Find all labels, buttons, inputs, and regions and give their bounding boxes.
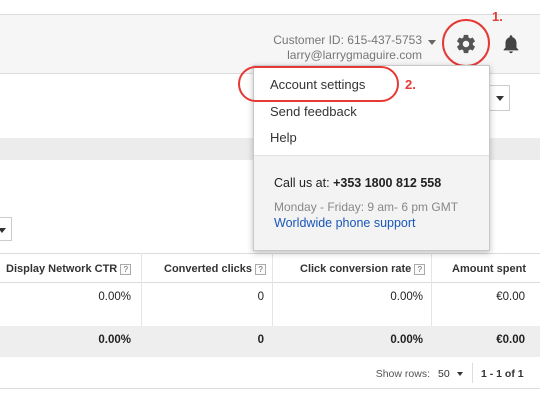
table-total-row: 0.00% 0 0.00% €0.00 <box>0 326 540 357</box>
page-range: 1 - 1 of 1 <box>481 368 524 380</box>
table-row: 0.00% 0 0.00% €0.00 <box>0 283 540 326</box>
cell-display-ctr: 0.00% <box>98 291 131 303</box>
cell-click-conversion-rate: 0.00% <box>390 291 423 303</box>
table-header: Display Network CTR? Converted clicks? C… <box>0 253 540 283</box>
adwords-screen: Customer ID: 615-437-5753 larry@larrygma… <box>0 0 540 414</box>
rows-per-page-select[interactable]: 50 <box>438 368 450 380</box>
view-dropdown[interactable] <box>488 85 510 111</box>
total-amount-spent: €0.00 <box>496 334 525 346</box>
menu-item-help[interactable]: Help <box>270 130 297 145</box>
menu-item-send-feedback[interactable]: Send feedback <box>270 104 357 119</box>
show-rows-label: Show rows: <box>375 368 430 380</box>
header-amount-spent[interactable]: Amount spent <box>452 263 526 275</box>
worldwide-support-link[interactable]: Worldwide phone support <box>274 216 416 230</box>
account-email: larry@larrygmaguire.com <box>287 48 422 62</box>
help-icon[interactable]: ? <box>255 264 267 275</box>
account-chevron-down-icon[interactable] <box>428 40 436 45</box>
step2-label: 2. <box>405 77 416 92</box>
step2-highlight-oval <box>238 66 399 102</box>
support-hours: Monday - Friday: 9 am- 6 pm GMT <box>274 200 459 214</box>
phone-number: +353 1800 812 558 <box>333 176 442 190</box>
help-icon[interactable]: ? <box>414 264 426 275</box>
filter-dropdown[interactable] <box>0 217 12 241</box>
chevron-down-icon[interactable] <box>457 372 463 376</box>
step1-highlight-circle <box>442 19 490 67</box>
divider <box>472 363 473 383</box>
account-info[interactable]: Customer ID: 615-437-5753 larry@larrygma… <box>273 33 422 63</box>
total-converted-clicks: 0 <box>257 334 264 346</box>
total-click-conversion-rate: 0.00% <box>390 334 423 346</box>
bell-icon[interactable] <box>500 33 522 55</box>
help-icon[interactable]: ? <box>120 264 132 275</box>
customer-id: Customer ID: 615-437-5753 <box>273 33 422 47</box>
cell-amount-spent: €0.00 <box>496 291 525 303</box>
call-us: Call us at: +353 1800 812 558 <box>274 176 441 190</box>
total-display-ctr: 0.00% <box>98 334 131 346</box>
support-panel: Call us at: +353 1800 812 558 Monday - F… <box>254 156 489 250</box>
step1-label: 1. <box>492 9 503 24</box>
table-footer: Show rows: 50 1 - 1 of 1 <box>0 357 540 389</box>
cell-converted-clicks: 0 <box>257 291 264 303</box>
header-display-ctr[interactable]: Display Network CTR? <box>6 263 132 275</box>
header-converted-clicks[interactable]: Converted clicks? <box>164 263 267 275</box>
header-click-conversion-rate[interactable]: Click conversion rate? <box>300 263 426 275</box>
call-label: Call us at: <box>274 176 330 190</box>
